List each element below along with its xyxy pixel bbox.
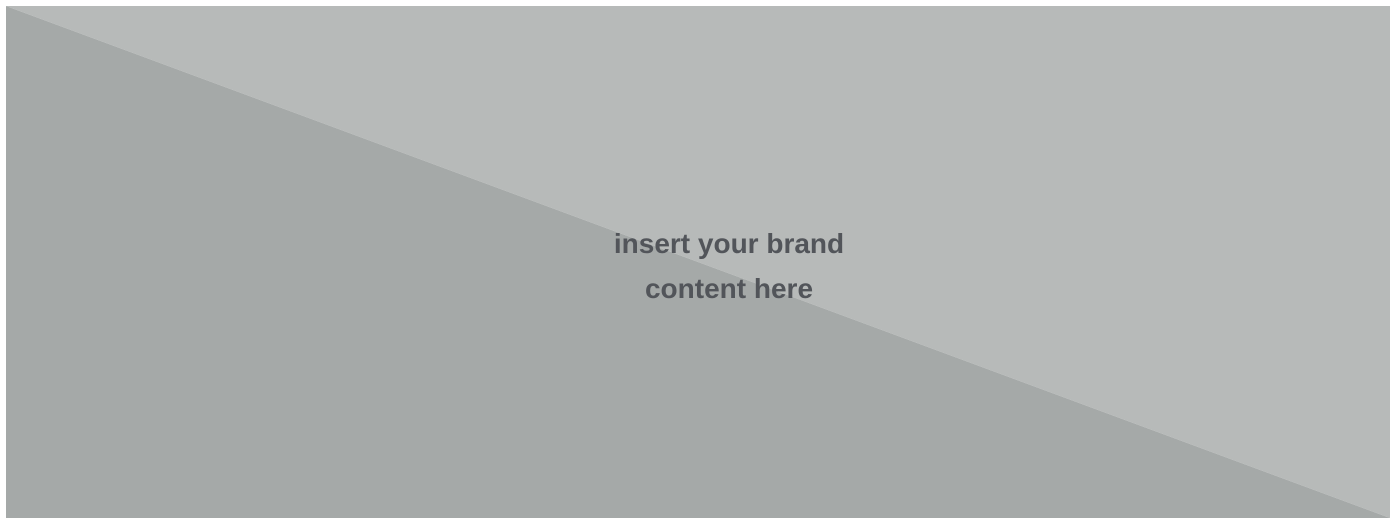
caption-line-1: insert your brand xyxy=(613,228,845,259)
brand-placeholder-banner: insert your brand content here xyxy=(6,6,1390,518)
brand-placeholder-caption: insert your brand content here xyxy=(6,221,1390,311)
caption-line-2: content here xyxy=(644,273,814,304)
